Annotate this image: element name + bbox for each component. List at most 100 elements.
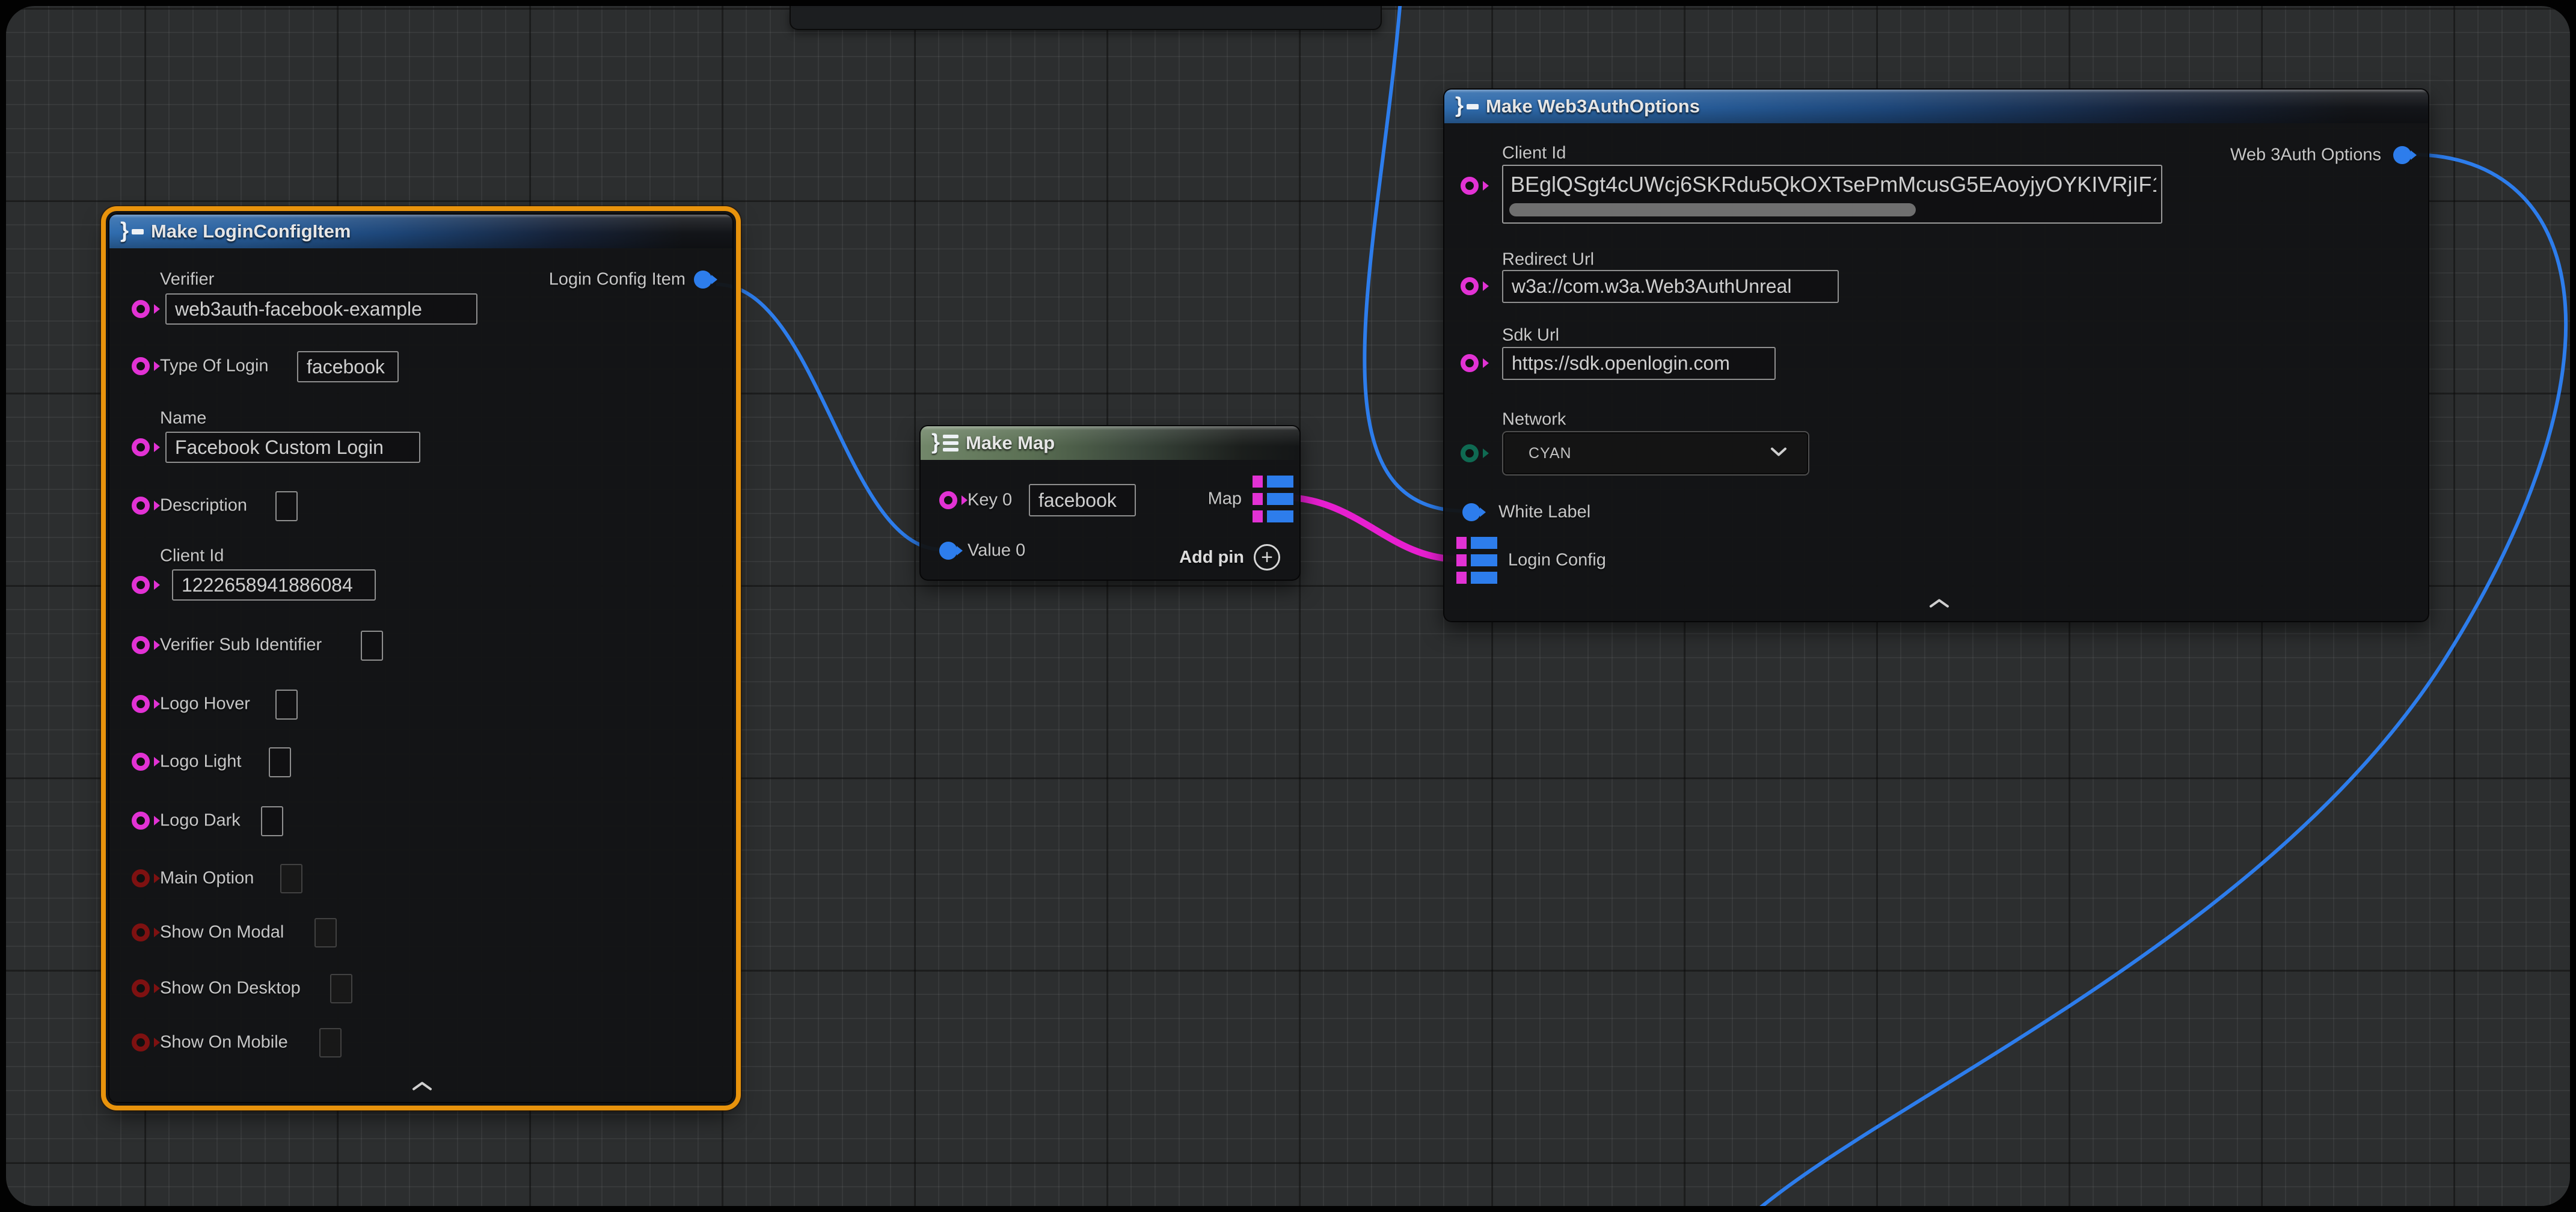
make-struct-icon: } xyxy=(1455,96,1479,117)
input-pin-logo-dark[interactable] xyxy=(132,812,150,830)
input-pin-value0[interactable] xyxy=(939,542,957,560)
chevron-up-icon xyxy=(411,1081,434,1092)
input-pin-verifier-sub-identifier[interactable] xyxy=(132,636,150,654)
output-pin-label-map: Map xyxy=(1208,489,1242,509)
pin-label-client-id: Client Id xyxy=(1502,144,1566,164)
output-pin-label: Web 3Auth Options xyxy=(2230,145,2381,165)
collapse-node-button[interactable] xyxy=(411,1081,434,1095)
pin-label-verifier-sub-identifier: Verifier Sub Identifier xyxy=(160,635,322,655)
pin-label-description: Description xyxy=(160,496,247,516)
pin-label-network: Network xyxy=(1502,410,1566,430)
input-pin-white-label[interactable] xyxy=(1462,503,1480,521)
name-input[interactable]: Facebook Custom Login xyxy=(165,432,420,463)
pin-label-redirect-url: Redirect Url xyxy=(1502,250,1594,270)
network-selected-value: CYAN xyxy=(1529,445,1572,462)
input-pin-description[interactable] xyxy=(132,497,150,515)
pin-label-show-on-modal: Show On Modal xyxy=(160,923,284,943)
node-header[interactable]: } Make LoginConfigItem xyxy=(109,215,732,248)
key0-input[interactable]: facebook xyxy=(1029,484,1136,516)
redirect-url-value: w3a://com.w3a.Web3AuthUnreal xyxy=(1512,275,1791,298)
input-pin-sdk-url[interactable] xyxy=(1461,354,1479,372)
horizontal-scrollbar-thumb[interactable] xyxy=(1509,203,1916,216)
pin-label-main-option: Main Option xyxy=(160,869,254,889)
node-make-map[interactable]: } Make Map Key 0 facebook Map Value 0 Ad… xyxy=(919,425,1301,581)
input-pin-verifier[interactable] xyxy=(132,300,150,318)
offscreen-node-bottom-edge[interactable] xyxy=(790,6,1382,30)
pin-label-sdk-url: Sdk Url xyxy=(1502,326,1559,346)
pin-label-key0: Key 0 xyxy=(968,491,1012,510)
wire-loginconfigitem-to-value0[interactable] xyxy=(716,284,942,549)
input-pin-client-id[interactable] xyxy=(132,576,150,594)
input-pin-type-of-login[interactable] xyxy=(132,357,150,375)
input-pin-show-on-desktop[interactable] xyxy=(132,979,150,997)
verifier-input[interactable]: web3auth-facebook-example xyxy=(165,293,477,325)
key0-value: facebook xyxy=(1038,489,1117,512)
pin-label-name: Name xyxy=(160,409,206,429)
sdk-url-input[interactable]: https://sdk.openlogin.com xyxy=(1502,347,1776,380)
client-id-value: BEglQSgt4cUWcj6SKRdu5QkOXTsePmMcusG5EAoy… xyxy=(1510,172,2156,197)
logo-dark-input[interactable] xyxy=(261,806,283,836)
redirect-url-input[interactable]: w3a://com.w3a.Web3AuthUnreal xyxy=(1502,270,1839,303)
graph-canvas[interactable]: } Make LoginConfigItem Login Config Item… xyxy=(6,6,2570,1206)
pin-label-login-config: Login Config xyxy=(1508,551,1606,571)
output-pin-web3auth-options[interactable] xyxy=(2393,146,2411,164)
pin-label-white-label: White Label xyxy=(1498,503,1590,522)
blueprint-editor: } Make LoginConfigItem Login Config Item… xyxy=(0,0,2576,1212)
pin-label-logo-dark: Logo Dark xyxy=(160,811,241,831)
chevron-down-icon xyxy=(1770,447,1788,460)
output-pin-login-config-item[interactable] xyxy=(694,271,712,289)
sdk-url-value: https://sdk.openlogin.com xyxy=(1512,352,1730,375)
node-make-web3authoptions[interactable]: } Make Web3AuthOptions Web 3Auth Options… xyxy=(1443,88,2429,622)
pin-label-value0: Value 0 xyxy=(968,541,1025,561)
verifier-sub-identifier-input[interactable] xyxy=(361,631,383,661)
input-pin-network[interactable] xyxy=(1461,444,1479,462)
description-input[interactable] xyxy=(275,491,298,521)
make-struct-icon: } xyxy=(120,221,144,242)
node-header[interactable]: } Make Map xyxy=(921,426,1299,460)
logo-hover-input[interactable] xyxy=(275,690,298,720)
verifier-value: web3auth-facebook-example xyxy=(175,298,422,320)
add-pin-button[interactable]: Add pin + xyxy=(1179,544,1280,571)
wire-map-to-loginconfig[interactable] xyxy=(1284,497,1456,559)
pin-label-show-on-mobile: Show On Mobile xyxy=(160,1033,288,1053)
pin-label-client-id: Client Id xyxy=(160,546,224,566)
node-title: Make Web3AuthOptions xyxy=(1486,96,1700,117)
type-of-login-value: facebook xyxy=(307,356,385,378)
name-value: Facebook Custom Login xyxy=(175,436,384,459)
input-pin-client-id[interactable] xyxy=(1461,177,1479,195)
collapse-node-button[interactable] xyxy=(1928,598,1951,612)
pin-label-show-on-desktop: Show On Desktop xyxy=(160,979,301,999)
type-of-login-input[interactable]: facebook xyxy=(297,351,399,382)
show-on-mobile-checkbox[interactable] xyxy=(319,1028,342,1057)
output-pin-label: Login Config Item xyxy=(549,270,685,290)
logo-light-input[interactable] xyxy=(269,747,291,777)
output-pin-map[interactable] xyxy=(1253,476,1293,522)
input-pin-redirect-url[interactable] xyxy=(1461,277,1479,295)
make-map-icon: } xyxy=(931,432,958,454)
client-id-input[interactable]: 1222658941886084 xyxy=(172,569,376,601)
main-option-checkbox[interactable] xyxy=(280,864,302,893)
input-pin-key0[interactable] xyxy=(939,491,957,509)
network-dropdown[interactable]: CYAN xyxy=(1502,431,1809,476)
show-on-desktop-checkbox[interactable] xyxy=(330,974,352,1003)
node-title: Make LoginConfigItem xyxy=(151,221,351,242)
pin-label-type-of-login: Type Of Login xyxy=(160,357,269,376)
input-pin-logo-hover[interactable] xyxy=(132,695,150,713)
client-id-input[interactable]: BEglQSgt4cUWcj6SKRdu5QkOXTsePmMcusG5EAoy… xyxy=(1502,165,2162,224)
input-pin-name[interactable] xyxy=(132,438,150,456)
chevron-up-icon xyxy=(1928,598,1951,609)
input-pin-show-on-modal[interactable] xyxy=(132,923,150,941)
node-title: Make Map xyxy=(966,432,1055,454)
node-header[interactable]: } Make Web3AuthOptions xyxy=(1444,90,2428,123)
show-on-modal-checkbox[interactable] xyxy=(314,918,337,947)
pin-label-logo-light: Logo Light xyxy=(160,752,241,772)
client-id-value: 1222658941886084 xyxy=(182,574,353,596)
pin-label-verifier: Verifier xyxy=(160,270,214,290)
input-pin-logo-light[interactable] xyxy=(132,753,150,771)
node-make-loginconfigitem[interactable]: } Make LoginConfigItem Login Config Item… xyxy=(108,213,734,1103)
pin-label-logo-hover: Logo Hover xyxy=(160,694,250,714)
input-pin-show-on-mobile[interactable] xyxy=(132,1033,150,1051)
input-pin-login-config[interactable] xyxy=(1456,537,1497,584)
input-pin-main-option[interactable] xyxy=(132,869,150,887)
plus-circle-icon: + xyxy=(1254,544,1280,571)
